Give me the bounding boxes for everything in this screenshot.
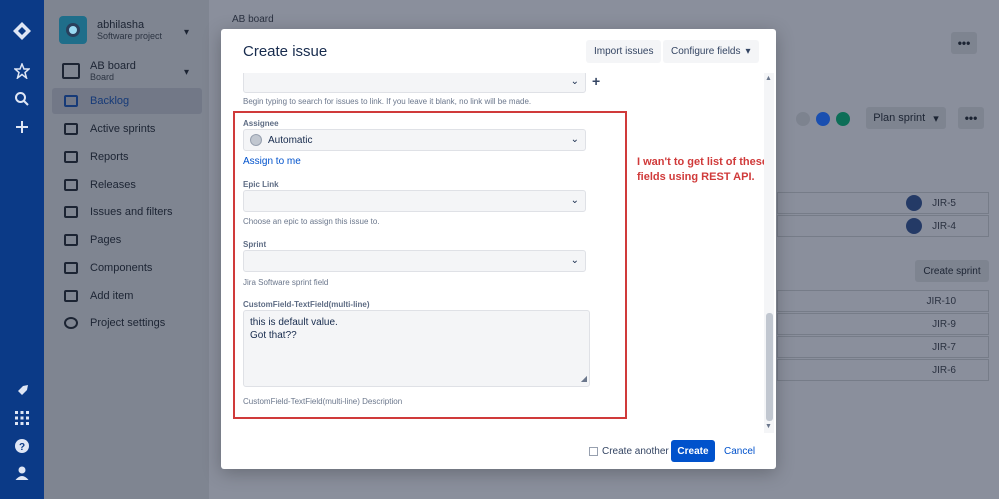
- create-another-toggle[interactable]: Create another: [589, 446, 669, 457]
- project-chevron-down-icon[interactable]: ▾: [184, 27, 189, 38]
- linked-issues-select[interactable]: ⌄: [243, 73, 586, 93]
- sidebar-item-label: Releases: [90, 179, 136, 191]
- avatar[interactable]: [814, 110, 832, 128]
- avatar: [906, 218, 923, 234]
- page-icon: [64, 234, 78, 246]
- chevron-down-icon: ⌄: [570, 76, 579, 87]
- apps-icon[interactable]: [11, 407, 33, 429]
- profile-icon[interactable]: [11, 462, 33, 484]
- board-icon: [62, 63, 80, 79]
- chart-icon: [64, 151, 78, 163]
- sidebar-item-label: Backlog: [90, 95, 130, 107]
- import-issues-button[interactable]: Import issues: [586, 40, 662, 63]
- sidebar-item-components[interactable]: Components: [52, 255, 202, 281]
- board-name: AB board: [90, 60, 136, 72]
- help-icon[interactable]: ?: [11, 435, 33, 457]
- sidebar-item-label: Active sprints: [90, 123, 156, 135]
- sidebar-item-releases[interactable]: Releases: [52, 172, 202, 198]
- scrollbar-thumb[interactable]: [766, 313, 773, 421]
- backlog-icon: [64, 95, 78, 107]
- project-type: Software project: [97, 31, 163, 41]
- create-another-checkbox[interactable]: [589, 447, 598, 456]
- avatar[interactable]: [834, 110, 852, 128]
- search-icon[interactable]: [11, 88, 33, 110]
- plan-sprint-button[interactable]: Plan sprint ▾: [866, 107, 946, 129]
- create-button[interactable]: Create: [671, 440, 715, 462]
- dialog-footer: Create another Create Cancel: [221, 433, 776, 469]
- table-row[interactable]: JIR-10 ↓: [777, 290, 989, 312]
- sidebar-item-label: Reports: [90, 151, 129, 163]
- component-icon: [64, 262, 78, 274]
- avatar[interactable]: [794, 110, 812, 128]
- issue-key: JIR-5: [932, 197, 956, 209]
- chevron-down-icon: ▾: [933, 112, 939, 125]
- sidebar-item-project-settings[interactable]: Project settings: [52, 310, 202, 336]
- create-sprint-button[interactable]: Create sprint: [915, 260, 989, 282]
- page-more-button[interactable]: •••: [951, 32, 977, 54]
- configure-fields-button[interactable]: Configure fields ▾: [663, 40, 759, 63]
- configure-fields-label: Configure fields: [671, 46, 741, 57]
- sidebar-item-pages[interactable]: Pages: [52, 227, 202, 253]
- board-chevron-down-icon[interactable]: ▾: [184, 67, 189, 78]
- sidebar-item-reports[interactable]: Reports: [52, 144, 202, 170]
- sidebar-item-add-item[interactable]: Add item: [52, 283, 202, 309]
- link-help-text: Begin typing to search for issues to lin…: [243, 97, 532, 106]
- table-row[interactable]: JIR-9 ↓: [777, 313, 989, 335]
- project-sidebar: abhilasha Software project ▾ AB board Bo…: [44, 0, 209, 499]
- chevron-down-icon: ▾: [745, 46, 751, 57]
- plus-icon[interactable]: [11, 116, 33, 138]
- issue-key: JIR-10: [926, 295, 956, 307]
- board-icon: [64, 123, 78, 135]
- sidebar-item-label: Project settings: [90, 317, 166, 329]
- svg-text:?: ?: [19, 442, 25, 453]
- issues-icon: [64, 206, 78, 218]
- scroll-up-icon[interactable]: ▲: [765, 75, 772, 82]
- star-icon[interactable]: [11, 60, 33, 82]
- avatar-group: [794, 110, 854, 128]
- create-issue-dialog: Create issue Import issues Configure fie…: [221, 29, 776, 469]
- table-row[interactable]: JIR-5 ↓: [777, 192, 989, 214]
- annotation-text: I wan't to get list of these fields usin…: [637, 156, 768, 183]
- dialog-scrollbar[interactable]: ▲ ▼: [764, 73, 774, 433]
- issue-key: JIR-4: [932, 220, 956, 232]
- dialog-title: Create issue: [243, 43, 328, 60]
- issue-key: JIR-7: [932, 341, 956, 353]
- scroll-down-icon[interactable]: ▼: [765, 423, 772, 430]
- avatar: [906, 195, 923, 211]
- rocket-icon[interactable]: [11, 380, 33, 402]
- project-name: abhilasha: [97, 19, 145, 31]
- jira-logo-icon[interactable]: [11, 20, 33, 42]
- annotation-highlight-box: [233, 111, 627, 419]
- dialog-body: ⌄ + Begin typing to search for issues to…: [221, 73, 776, 429]
- board-switcher[interactable]: AB board Board: [62, 60, 136, 82]
- sidebar-item-label: Add item: [90, 290, 134, 302]
- sidebar-item-issues-and-filters[interactable]: Issues and filters: [52, 199, 202, 225]
- table-row[interactable]: JIR-4 ↑: [777, 215, 989, 237]
- add-link-icon[interactable]: +: [592, 73, 600, 89]
- sprint-more-button[interactable]: •••: [958, 107, 984, 129]
- sidebar-item-label: Pages: [90, 234, 122, 246]
- cancel-button[interactable]: Cancel: [724, 446, 755, 457]
- issue-key: JIR-6: [932, 364, 956, 376]
- sidebar-item-label: Components: [90, 262, 153, 274]
- add-item-icon: [64, 290, 78, 302]
- global-nav: ?: [0, 0, 44, 499]
- sidebar-item-label: Issues and filters: [90, 206, 173, 218]
- table-row[interactable]: JIR-7 ↑: [777, 336, 989, 358]
- board-sub: Board: [90, 72, 115, 82]
- project-header[interactable]: abhilasha Software project: [59, 16, 162, 44]
- gear-icon: [64, 317, 78, 329]
- ship-icon: [64, 179, 78, 191]
- plan-sprint-label: Plan sprint: [873, 112, 926, 124]
- sidebar-item-backlog[interactable]: Backlog: [52, 88, 202, 114]
- sidebar-item-active-sprints[interactable]: Active sprints: [52, 116, 202, 142]
- issue-key: JIR-9: [932, 318, 956, 330]
- breadcrumb[interactable]: AB board: [232, 14, 274, 25]
- project-avatar: [59, 16, 87, 44]
- create-another-label: Create another: [602, 446, 669, 457]
- table-row[interactable]: JIR-6 ↑: [777, 359, 989, 381]
